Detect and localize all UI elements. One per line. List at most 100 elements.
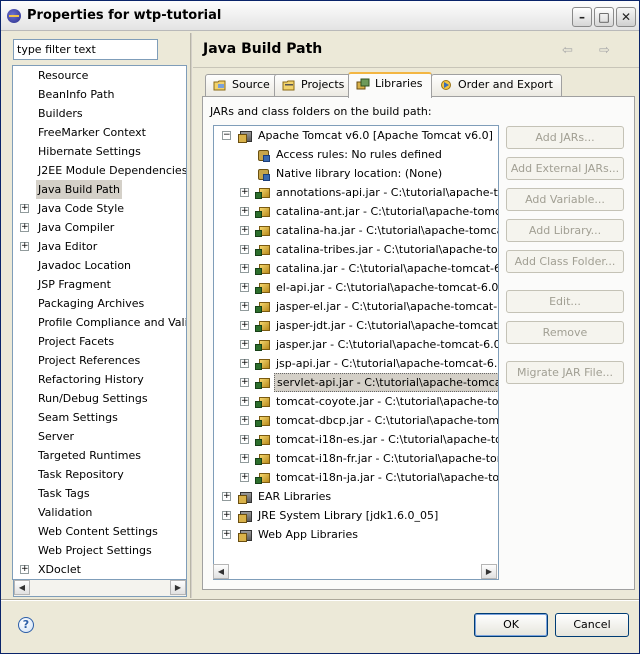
build-path-entry[interactable]: Native library location: (None) [214, 164, 498, 183]
property-page-tree[interactable]: Resource BeanInfo Path Builders FreeMarker … [12, 65, 187, 580]
build-path-entry[interactable]: + Web App Libraries [214, 525, 498, 544]
tree-scroll-left-icon[interactable]: ◀ [213, 564, 229, 579]
build-path-entry[interactable]: + catalina.jar - C:\tutorial\apache-tomca… [214, 259, 498, 278]
build-path-entry[interactable]: + catalina-tribes.jar - C:\tutorial\apach… [214, 240, 498, 259]
expand-icon[interactable]: + [240, 435, 249, 444]
sidebar-item[interactable]: Validation [13, 503, 186, 522]
forward-arrow-icon[interactable]: ⇨ [599, 43, 610, 58]
tab-libraries[interactable]: Libraries [348, 72, 432, 98]
sidebar-item[interactable]: Task Repository [13, 465, 186, 484]
expand-icon[interactable]: + [240, 416, 249, 425]
expand-icon[interactable]: + [222, 530, 231, 539]
build-path-entry[interactable]: Access rules: No rules defined [214, 145, 498, 164]
sidebar-item[interactable]: Packaging Archives [13, 294, 186, 313]
build-path-tree[interactable]: − Apache Tomcat v6.0 [Apache Tomcat v6.0]… [213, 125, 499, 580]
build-path-entry[interactable]: − Apache Tomcat v6.0 [Apache Tomcat v6.0] [214, 126, 498, 145]
sidebar-item[interactable]: Server [13, 427, 186, 446]
sidebar-item[interactable]: Run/Debug Settings [13, 389, 186, 408]
build-path-entry[interactable]: + tomcat-dbcp.jar - C:\tutorial\apache-to… [214, 411, 498, 430]
expand-icon[interactable]: + [240, 321, 249, 330]
expand-icon[interactable]: + [240, 188, 249, 197]
expand-icon[interactable]: + [240, 397, 249, 406]
add-library-button[interactable]: Add Library... [506, 219, 624, 242]
sidebar-item[interactable]: + Java Compiler [13, 218, 186, 237]
tree-scroll-right-icon[interactable]: ▶ [481, 564, 497, 579]
pane-splitter[interactable] [190, 33, 192, 598]
help-icon[interactable]: ? [18, 617, 34, 633]
sidebar-item[interactable]: Seam Settings [13, 408, 186, 427]
build-path-entry[interactable]: + jasper-jdt.jar - C:\tutorial\apache-tom… [214, 316, 498, 335]
sidebar-item[interactable]: Targeted Runtimes [13, 446, 186, 465]
build-path-entry[interactable]: + jasper-el.jar - C:\tutorial\apache-tomc… [214, 297, 498, 316]
expand-icon[interactable]: + [240, 264, 249, 273]
add-class-folder-button[interactable]: Add Class Folder... [506, 250, 624, 273]
sidebar-item[interactable]: + Java Editor [13, 237, 186, 256]
scroll-left-arrow-icon[interactable]: ◀ [14, 580, 30, 595]
sidebar-item[interactable]: Profile Compliance and Validat [13, 313, 186, 332]
expand-icon[interactable]: + [222, 511, 231, 520]
sidebar-item[interactable]: JSP Fragment [13, 275, 186, 294]
build-path-entry[interactable]: + EAR Libraries [214, 487, 498, 506]
build-path-entry[interactable]: + tomcat-i18n-es.jar - C:\tutorial\apache… [214, 430, 498, 449]
expand-icon[interactable]: + [20, 242, 29, 251]
scroll-right-arrow-icon[interactable]: ▶ [170, 580, 186, 595]
collapse-icon[interactable]: − [222, 131, 231, 140]
edit-button[interactable]: Edit... [506, 290, 624, 313]
sidebar-item[interactable]: Project Facets [13, 332, 186, 351]
sidebar-item[interactable]: Hibernate Settings [13, 142, 186, 161]
build-path-entry[interactable]: + tomcat-coyote.jar - C:\tutorial\apache-… [214, 392, 498, 411]
expand-icon[interactable]: + [240, 340, 249, 349]
add-jars-button[interactable]: Add JARs... [506, 126, 624, 149]
back-arrow-icon[interactable]: ⇦ [562, 43, 573, 58]
sidebar-item[interactable]: BeanInfo Path [13, 85, 186, 104]
maximize-button[interactable]: □ [594, 7, 614, 27]
expand-icon[interactable]: + [222, 492, 231, 501]
close-button[interactable]: ✕ [616, 7, 636, 27]
expand-icon[interactable]: + [240, 473, 249, 482]
minimize-button[interactable]: – [572, 7, 592, 27]
expand-icon[interactable]: + [240, 207, 249, 216]
ok-button[interactable]: OK [474, 613, 548, 637]
build-path-entry[interactable]: + annotations-api.jar - C:\tutorial\apach… [214, 183, 498, 202]
remove-button[interactable]: Remove [506, 321, 624, 344]
build-path-entry[interactable]: + tomcat-i18n-fr.jar - C:\tutorial\apache… [214, 449, 498, 468]
expand-icon[interactable]: + [20, 204, 29, 213]
expand-icon[interactable]: + [240, 378, 249, 387]
sidebar-item[interactable]: J2EE Module Dependencies [13, 161, 186, 180]
sidebar-item[interactable]: Web Content Settings [13, 522, 186, 541]
expand-icon[interactable]: + [240, 359, 249, 368]
sidebar-item[interactable]: Builders [13, 104, 186, 123]
build-path-entry[interactable]: + servlet-api.jar - C:\tutorial\apache-to… [214, 373, 498, 392]
filter-input[interactable] [13, 39, 158, 60]
expand-icon[interactable]: + [240, 283, 249, 292]
sidebar-item[interactable]: Refactoring History [13, 370, 186, 389]
tab-projects[interactable]: Projects [274, 74, 354, 96]
build-path-entry[interactable]: + catalina-ha.jar - C:\tutorial\apache-to… [214, 221, 498, 240]
build-path-entry[interactable]: + jasper.jar - C:\tutorial\apache-tomcat-… [214, 335, 498, 354]
build-path-entry[interactable]: + catalina-ant.jar - C:\tutorial\apache-t… [214, 202, 498, 221]
tab-order-export[interactable]: Order and Export [431, 74, 562, 96]
migrate-jar-button[interactable]: Migrate JAR File... [506, 361, 624, 384]
expand-icon[interactable]: + [20, 565, 29, 574]
sidebar-item[interactable]: FreeMarker Context [13, 123, 186, 142]
build-path-horizontal-scrollbar[interactable]: ◀ ▶ [213, 564, 499, 580]
sidebar-item[interactable]: Project References [13, 351, 186, 370]
add-variable-button[interactable]: Add Variable... [506, 188, 624, 211]
left-tree-horizontal-scrollbar[interactable]: ◀ ▶ [13, 580, 187, 597]
expand-icon[interactable]: + [20, 223, 29, 232]
build-path-entry[interactable]: + JRE System Library [jdk1.6.0_05] [214, 506, 498, 525]
sidebar-item[interactable]: Web Project Settings [13, 541, 186, 560]
expand-icon[interactable]: + [240, 245, 249, 254]
sidebar-item[interactable]: Resource [13, 66, 186, 85]
build-path-entry[interactable]: + tomcat-i18n-ja.jar - C:\tutorial\apache… [214, 468, 498, 487]
sidebar-item[interactable]: Task Tags [13, 484, 186, 503]
tab-source[interactable]: Source [205, 74, 279, 96]
expand-icon[interactable]: + [240, 454, 249, 463]
sidebar-item[interactable]: + Java Code Style [13, 199, 186, 218]
add-external-jars-button[interactable]: Add External JARs... [506, 157, 624, 180]
title-bar[interactable]: Properties for wtp-tutorial – □ ✕ [1, 1, 639, 31]
sidebar-item[interactable]: + XDoclet [13, 560, 186, 579]
expand-icon[interactable]: + [240, 302, 249, 311]
sidebar-item[interactable]: Javadoc Location [13, 256, 186, 275]
build-path-entry[interactable]: + jsp-api.jar - C:\tutorial\apache-tomcat… [214, 354, 498, 373]
